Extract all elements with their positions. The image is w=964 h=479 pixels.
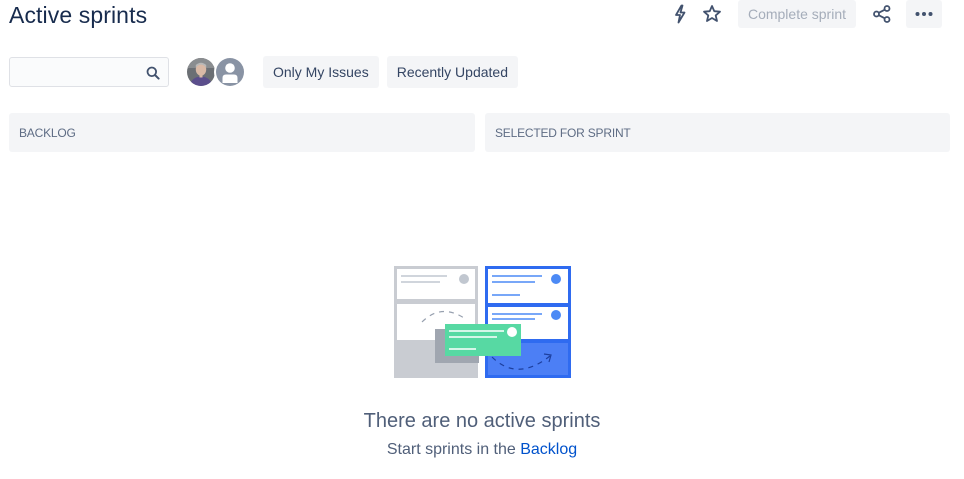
share-button[interactable] <box>866 0 898 28</box>
empty-state: There are no active sprints Start sprint… <box>0 262 964 459</box>
header-actions: Complete sprint <box>664 0 942 28</box>
backlog-link[interactable]: Backlog <box>520 441 577 458</box>
complete-sprint-button[interactable]: Complete sprint <box>737 0 856 28</box>
avatar[interactable] <box>214 56 246 88</box>
board-columns: BACKLOG SELECTED FOR SPRINT <box>9 113 950 152</box>
only-my-issues-filter[interactable]: Only My Issues <box>263 56 379 88</box>
empty-state-title: There are no active sprints <box>363 410 601 432</box>
lightning-bolt-icon <box>675 4 686 24</box>
quick-filters-bar: Only My Issues Recently Updated <box>9 56 518 88</box>
column-header-selected-for-sprint: SELECTED FOR SPRINT <box>485 113 950 152</box>
search-box <box>9 57 169 87</box>
star-button[interactable] <box>696 0 728 28</box>
empty-state-subtitle: Start sprints in the Backlog <box>0 441 964 459</box>
more-actions-button[interactable] <box>906 0 942 28</box>
avatar[interactable] <box>185 56 217 88</box>
user-photo-avatar <box>187 58 215 86</box>
automation-button[interactable] <box>664 0 696 28</box>
empty-board-illustration <box>394 266 571 378</box>
ellipsis-icon <box>915 12 933 16</box>
share-icon <box>873 5 891 23</box>
search-icon[interactable] <box>146 66 160 80</box>
recently-updated-filter[interactable]: Recently Updated <box>386 56 518 88</box>
column-header-backlog: BACKLOG <box>9 113 475 152</box>
page-title: Active sprints <box>9 2 148 28</box>
default-user-avatar-icon <box>216 58 244 86</box>
star-outline-icon <box>703 5 721 22</box>
empty-state-subtitle-prefix: Start sprints in the <box>386 441 521 458</box>
search-input[interactable] <box>10 58 168 86</box>
assignee-avatars <box>185 56 246 88</box>
